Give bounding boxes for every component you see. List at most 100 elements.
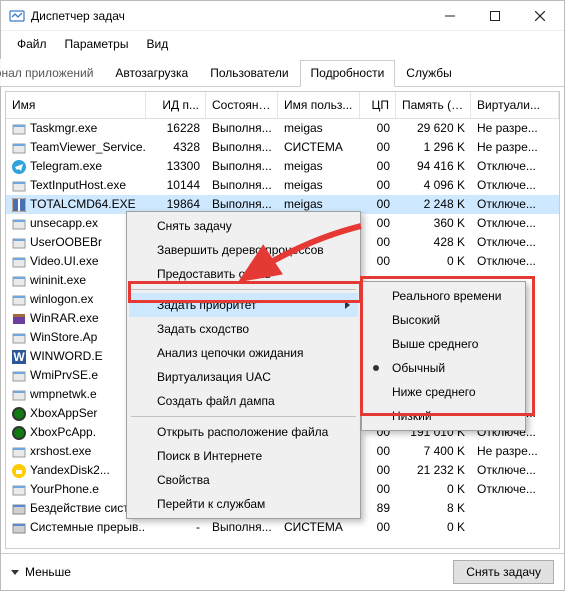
process-icon	[12, 236, 26, 250]
process-icon	[12, 369, 26, 383]
context-menu-item[interactable]: Создать файл дампа	[129, 389, 358, 413]
cell-cpu: 00	[360, 138, 396, 157]
cell-pid: 13300	[146, 157, 206, 176]
process-name: unsecapp.ex	[30, 216, 98, 231]
table-row[interactable]: TextInputHost.exe10144Выполня...meigas00…	[6, 176, 559, 195]
cell-virt: Отключе...	[471, 157, 559, 176]
process-name: YourPhone.e	[30, 482, 99, 497]
process-icon	[12, 255, 26, 269]
priority-menu-item[interactable]: Реального времени	[364, 284, 523, 308]
process-name: TextInputHost.exe	[30, 178, 126, 193]
cell-state: Выполня...	[206, 157, 278, 176]
fewer-details-button[interactable]: Меньше	[11, 565, 71, 579]
window-title: Диспетчер задач	[31, 9, 427, 23]
col-state[interactable]: Состояние	[206, 92, 278, 118]
process-name: WinStore.Ap	[30, 330, 97, 345]
cell-mem: 428 K	[396, 233, 471, 252]
process-name: WINWORD.E	[30, 349, 103, 364]
context-menu-item[interactable]: Снять задачу	[129, 214, 358, 238]
priority-menu-item[interactable]: Низкий	[364, 404, 523, 428]
process-icon	[12, 407, 26, 421]
cell-user: СИСТЕМА	[278, 138, 360, 157]
cell-mem: 21 232 K	[396, 461, 471, 480]
context-menu: Снять задачуЗавершить дерево процессовПр…	[126, 211, 361, 519]
context-menu-item[interactable]: Задать приоритет	[129, 293, 358, 317]
context-menu-item[interactable]: Завершить дерево процессов	[129, 238, 358, 262]
priority-menu-item[interactable]: Выше среднего	[364, 332, 523, 356]
process-name: TeamViewer_Service...	[30, 140, 146, 155]
process-icon	[12, 293, 26, 307]
table-row[interactable]: Системные прерыв...-Выполня...СИСТЕМА000…	[6, 518, 559, 537]
cell-mem: 4 096 K	[396, 176, 471, 195]
tab-services[interactable]: Службы	[395, 60, 462, 87]
submenu-arrow-icon	[345, 301, 350, 309]
minimize-button[interactable]	[427, 2, 472, 30]
cell-mem: 0 K	[396, 480, 471, 499]
cell-state: Выполня...	[206, 138, 278, 157]
titlebar: Диспетчер задач	[1, 1, 564, 31]
process-icon: W	[12, 350, 26, 364]
close-button[interactable]	[517, 2, 562, 30]
chevron-up-icon	[11, 570, 19, 575]
menu-file[interactable]: Файл	[9, 33, 55, 55]
menu-view[interactable]: Вид	[138, 33, 176, 55]
maximize-button[interactable]	[472, 2, 517, 30]
context-menu-item[interactable]: Виртуализация UAC	[129, 365, 358, 389]
cell-virt: Отключе...	[471, 176, 559, 195]
process-name: YandexDisk2...	[30, 463, 110, 478]
cell-cpu: 00	[360, 442, 396, 461]
cell-cpu: 00	[360, 480, 396, 499]
table-row[interactable]: TeamViewer_Service...4328Выполня...СИСТЕ…	[6, 138, 559, 157]
process-icon	[12, 388, 26, 402]
cell-user: meigas	[278, 176, 360, 195]
process-name: Video.UI.exe	[30, 254, 99, 269]
cell-virt: Отключе...	[471, 480, 559, 499]
cell-mem: 7 400 K	[396, 442, 471, 461]
process-name: Taskmgr.exe	[30, 121, 97, 136]
priority-menu-item[interactable]: Обычный	[364, 356, 523, 380]
col-user[interactable]: Имя польз...	[278, 92, 360, 118]
tab-startup[interactable]: Автозагрузка	[104, 60, 199, 87]
cell-virt: Отключе...	[471, 214, 559, 233]
priority-menu-item[interactable]: Высокий	[364, 308, 523, 332]
col-name[interactable]: Имя	[6, 92, 146, 118]
priority-menu-item[interactable]: Ниже среднего	[364, 380, 523, 404]
cell-user: meigas	[278, 157, 360, 176]
context-menu-item[interactable]: Перейти к службам	[129, 492, 358, 516]
table-row[interactable]: Telegram.exe13300Выполня...meigas0094 41…	[6, 157, 559, 176]
footer: Меньше Снять задачу	[1, 553, 564, 590]
end-task-button[interactable]: Снять задачу	[453, 560, 554, 584]
menu-separator	[131, 289, 356, 290]
col-mem[interactable]: Память (а...	[396, 92, 471, 118]
fewer-details-label: Меньше	[25, 565, 71, 579]
process-name: TOTALCMD64.EXE	[30, 197, 136, 212]
col-cpu[interactable]: ЦП	[360, 92, 396, 118]
process-icon	[12, 217, 26, 231]
process-name: wininit.exe	[30, 273, 86, 288]
cell-mem: 29 620 K	[396, 119, 471, 138]
context-menu-item[interactable]: Предоставить отзыв	[129, 262, 358, 286]
menu-options[interactable]: Параметры	[57, 33, 137, 55]
table-row[interactable]: Taskmgr.exe16228Выполня...meigas0029 620…	[6, 119, 559, 138]
tab-users[interactable]: Пользователи	[199, 60, 299, 87]
process-name: WmiPrvSE.e	[30, 368, 98, 383]
process-icon	[12, 331, 26, 345]
context-menu-item[interactable]: Анализ цепочки ожидания	[129, 341, 358, 365]
context-menu-item[interactable]: Поиск в Интернете	[129, 444, 358, 468]
process-icon	[12, 426, 26, 440]
tab-details[interactable]: Подробности	[300, 60, 396, 87]
context-menu-item[interactable]: Открыть расположение файла	[129, 420, 358, 444]
tab-history[interactable]: Журнал приложений	[0, 60, 104, 87]
cell-cpu: 00	[360, 461, 396, 480]
cell-cpu: 00	[360, 252, 396, 271]
process-icon	[12, 179, 26, 193]
process-name: xrshost.exe	[30, 444, 91, 459]
task-manager-window: Диспетчер задач Файл Параметры Вид Журна…	[0, 0, 565, 591]
col-virt[interactable]: Виртуали...	[471, 92, 559, 118]
process-icon	[12, 141, 26, 155]
cell-pid: 4328	[146, 138, 206, 157]
context-menu-item[interactable]: Свойства	[129, 468, 358, 492]
context-menu-item[interactable]: Задать сходство	[129, 317, 358, 341]
col-pid[interactable]: ИД п...	[146, 92, 206, 118]
priority-submenu: Реального времениВысокийВыше среднегоОбы…	[361, 281, 526, 431]
